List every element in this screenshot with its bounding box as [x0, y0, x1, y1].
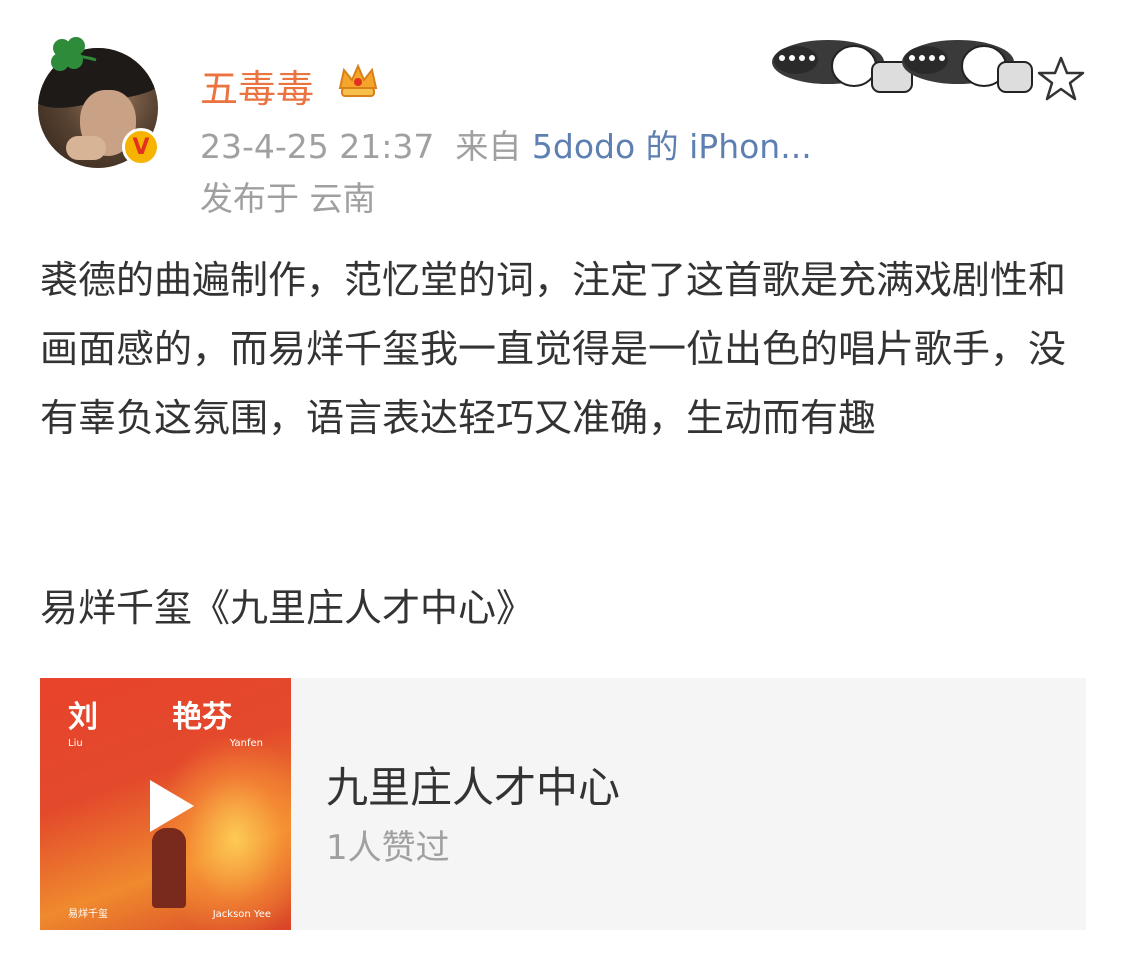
song-title[interactable]: 九里庄人才中心: [326, 754, 620, 815]
avatar-container[interactable]: V: [38, 37, 160, 168]
cover-title-left: 刘: [68, 700, 98, 735]
source-prefix: 来自: [455, 127, 522, 166]
cover-title-right: 艳芬: [172, 700, 232, 735]
cover-foot-right: Jackson Yee: [212, 909, 271, 920]
album-cover[interactable]: 刘 艳芬 Liu Yanfen 易烊千玺 Jackson Yee: [40, 678, 291, 930]
song-line: 易烊千玺《九里庄人才中心》: [40, 586, 535, 630]
post-meta: 23-4-25 21:37 来自 5dodo 的 iPhon...: [200, 120, 812, 168]
post-body: 裘德的曲遍制作，范忆堂的词，注定了这首歌是充满戏剧性和画面感的，而易烊千玺我一直…: [40, 258, 1067, 440]
star-icon[interactable]: [1036, 54, 1086, 104]
music-card[interactable]: 刘 艳芬 Liu Yanfen 易烊千玺 Jackson Yee 九里庄人才中心…: [40, 678, 1086, 930]
location: 发布于 云南: [200, 179, 376, 218]
clover-icon: [51, 37, 97, 71]
cover-foot-left: 易烊千玺: [68, 909, 108, 920]
cover-sub-left: Liu: [68, 738, 83, 749]
like-count: 1人赞过: [326, 828, 450, 868]
post-text: 裘德的曲遍制作，范忆堂的词，注定了这首歌是充满戏剧性和画面感的，而易烊千玺我一直…: [40, 246, 1088, 453]
play-icon[interactable]: [146, 776, 198, 836]
verified-v-icon: V: [122, 128, 160, 166]
timestamp: 23-4-25 21:37: [200, 127, 435, 166]
username[interactable]: 五毒毒: [200, 58, 314, 113]
source-link[interactable]: 5dodo 的 iPhon...: [532, 127, 812, 166]
cover-sub-right: Yanfen: [229, 738, 263, 749]
crown-icon: [338, 63, 378, 97]
emoji-sticker: [772, 40, 1033, 93]
